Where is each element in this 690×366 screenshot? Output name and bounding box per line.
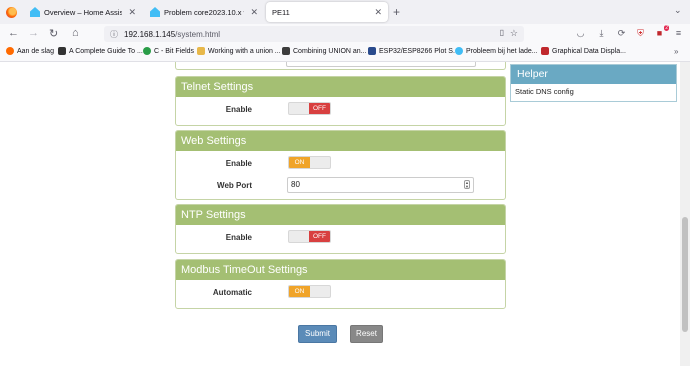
helper-text: Static DNS config xyxy=(515,87,574,96)
more-bookmarks-icon[interactable]: » xyxy=(674,47,678,56)
panel-title: Modbus TimeOut Settings xyxy=(176,260,505,280)
toggle-state: OFF xyxy=(309,231,330,242)
modbus-timeout-settings-panel: Modbus TimeOut Settings Automatic ON xyxy=(175,259,506,309)
ntp-enable-toggle[interactable]: OFF xyxy=(288,230,331,243)
page-content: Telnet Settings Enable OFF Web Settings … xyxy=(0,62,690,366)
bookmark-item[interactable]: Working with a union ... xyxy=(197,47,281,55)
url-host: 192.168.1.145 xyxy=(124,29,176,39)
tab-title: PE11 xyxy=(272,7,290,17)
menu-icon[interactable]: ≡ xyxy=(673,28,684,39)
previous-section-bottom xyxy=(175,62,506,70)
telnet-settings-panel: Telnet Settings Enable OFF xyxy=(175,76,506,126)
bookmark-item[interactable]: Combining UNION an... xyxy=(282,47,367,55)
sigma-bookmark-icon xyxy=(541,47,549,55)
page-scrollbar[interactable] xyxy=(680,62,690,366)
forward-icon[interactable]: → xyxy=(28,27,39,39)
firefox-bookmark-icon xyxy=(6,47,14,55)
bookmark-star-icon[interactable]: ☆ xyxy=(510,28,518,39)
submit-button[interactable]: Submit xyxy=(298,325,337,343)
web-port-value: 80 xyxy=(291,180,300,189)
tab-overview-home-assistant[interactable]: Overview – Home Assistant ✕ xyxy=(24,2,142,22)
web-port-input[interactable]: 80 ▲ ▼ xyxy=(287,177,474,193)
home-assistant-bookmark-icon xyxy=(455,47,463,55)
toggle-state: ON xyxy=(289,157,310,168)
ntp-enable-label: Enable xyxy=(225,233,252,242)
telnet-enable-toggle[interactable]: OFF xyxy=(288,102,331,115)
firefox-icon[interactable] xyxy=(6,7,17,18)
site-bookmark-icon xyxy=(368,47,376,55)
bookmark-item[interactable]: C - Bit Fields xyxy=(143,47,194,55)
extension-notification-icon[interactable]: ■ 2 xyxy=(654,25,669,39)
url-bar[interactable]: ⓘ 192.168.1.145/system.html ▯ ☆ xyxy=(104,26,524,42)
modbus-automatic-toggle[interactable]: ON xyxy=(288,285,331,298)
home-assistant-icon xyxy=(150,7,160,17)
ublock-icon[interactable]: ⛨ xyxy=(635,28,646,39)
bookmark-item[interactable]: ESP32/ESP8266 Plot S... xyxy=(368,47,459,55)
reader-view-icon[interactable]: ▯ xyxy=(500,28,504,37)
tab-title: Overview – Home Assistant xyxy=(44,7,123,17)
new-tab-icon[interactable]: + xyxy=(393,5,400,19)
list-all-tabs-icon[interactable]: ⌄ xyxy=(674,5,682,16)
web-enable-label: Enable xyxy=(225,159,252,168)
tab-problem-core[interactable]: Problem core2023.10.x with m ✕ xyxy=(144,2,264,22)
url-path: /system.html xyxy=(175,29,221,39)
close-icon[interactable]: ✕ xyxy=(374,7,382,18)
download-icon[interactable]: ⤓ xyxy=(596,28,607,39)
helper-title: Helper xyxy=(511,65,676,84)
panel-title: NTP Settings xyxy=(176,205,505,225)
bookmark-item[interactable]: Aan de slag xyxy=(6,47,54,55)
home-assistant-icon xyxy=(30,7,40,17)
reset-button[interactable]: Reset xyxy=(350,325,383,343)
bookmarks-toolbar: Aan de slag A Complete Guide To ... C - … xyxy=(0,44,690,62)
toggle-state: OFF xyxy=(309,103,330,114)
web-port-label: Web Port xyxy=(217,181,252,190)
web-settings-panel: Web Settings Enable ON Web Port 80 ▲ ▼ xyxy=(175,130,506,200)
bookmark-item[interactable]: Probleem bij het lade... xyxy=(455,47,538,55)
site-bookmark-icon xyxy=(282,47,290,55)
previous-input-field[interactable] xyxy=(286,62,476,67)
close-icon[interactable]: ✕ xyxy=(128,7,136,18)
reload-icon[interactable]: ↻ xyxy=(49,27,58,40)
tab-bar: Overview – Home Assistant ✕ Problem core… xyxy=(0,0,690,24)
telnet-enable-label: Enable xyxy=(225,105,252,114)
web-enable-toggle[interactable]: ON xyxy=(288,156,331,169)
sync-icon[interactable]: ⟳ xyxy=(616,28,627,39)
toggle-state: ON xyxy=(289,286,310,297)
tab-title: Problem core2023.10.x with m xyxy=(164,7,244,17)
bookmark-item[interactable]: A Complete Guide To ... xyxy=(58,47,143,55)
panel-title: Telnet Settings xyxy=(176,77,505,97)
ntp-settings-panel: NTP Settings Enable OFF xyxy=(175,204,506,254)
pocket-icon[interactable]: ◡ xyxy=(575,28,586,39)
scrollbar-thumb[interactable] xyxy=(682,217,688,332)
notification-badge: 2 xyxy=(664,25,669,31)
bookmark-item[interactable]: Graphical Data Displa... xyxy=(541,47,626,55)
helper-panel: Helper Static DNS config xyxy=(510,64,677,102)
home-icon[interactable]: ⌂ xyxy=(72,27,79,39)
modbus-automatic-label: Automatic xyxy=(212,288,252,297)
leaf-bookmark-icon xyxy=(143,47,151,55)
tab-pe11[interactable]: PE11 ✕ xyxy=(266,2,388,22)
book-bookmark-icon xyxy=(58,47,66,55)
close-icon[interactable]: ✕ xyxy=(250,7,258,18)
page-info-icon[interactable]: ⓘ xyxy=(110,29,118,40)
pencil-bookmark-icon xyxy=(197,47,205,55)
panel-title: Web Settings xyxy=(176,131,505,151)
back-icon[interactable]: ← xyxy=(8,27,19,39)
number-spinner-icon[interactable]: ▲ ▼ xyxy=(464,180,470,189)
navigation-bar: ← → ↻ ⌂ ⓘ 192.168.1.145/system.html ▯ ☆ … xyxy=(0,24,690,44)
